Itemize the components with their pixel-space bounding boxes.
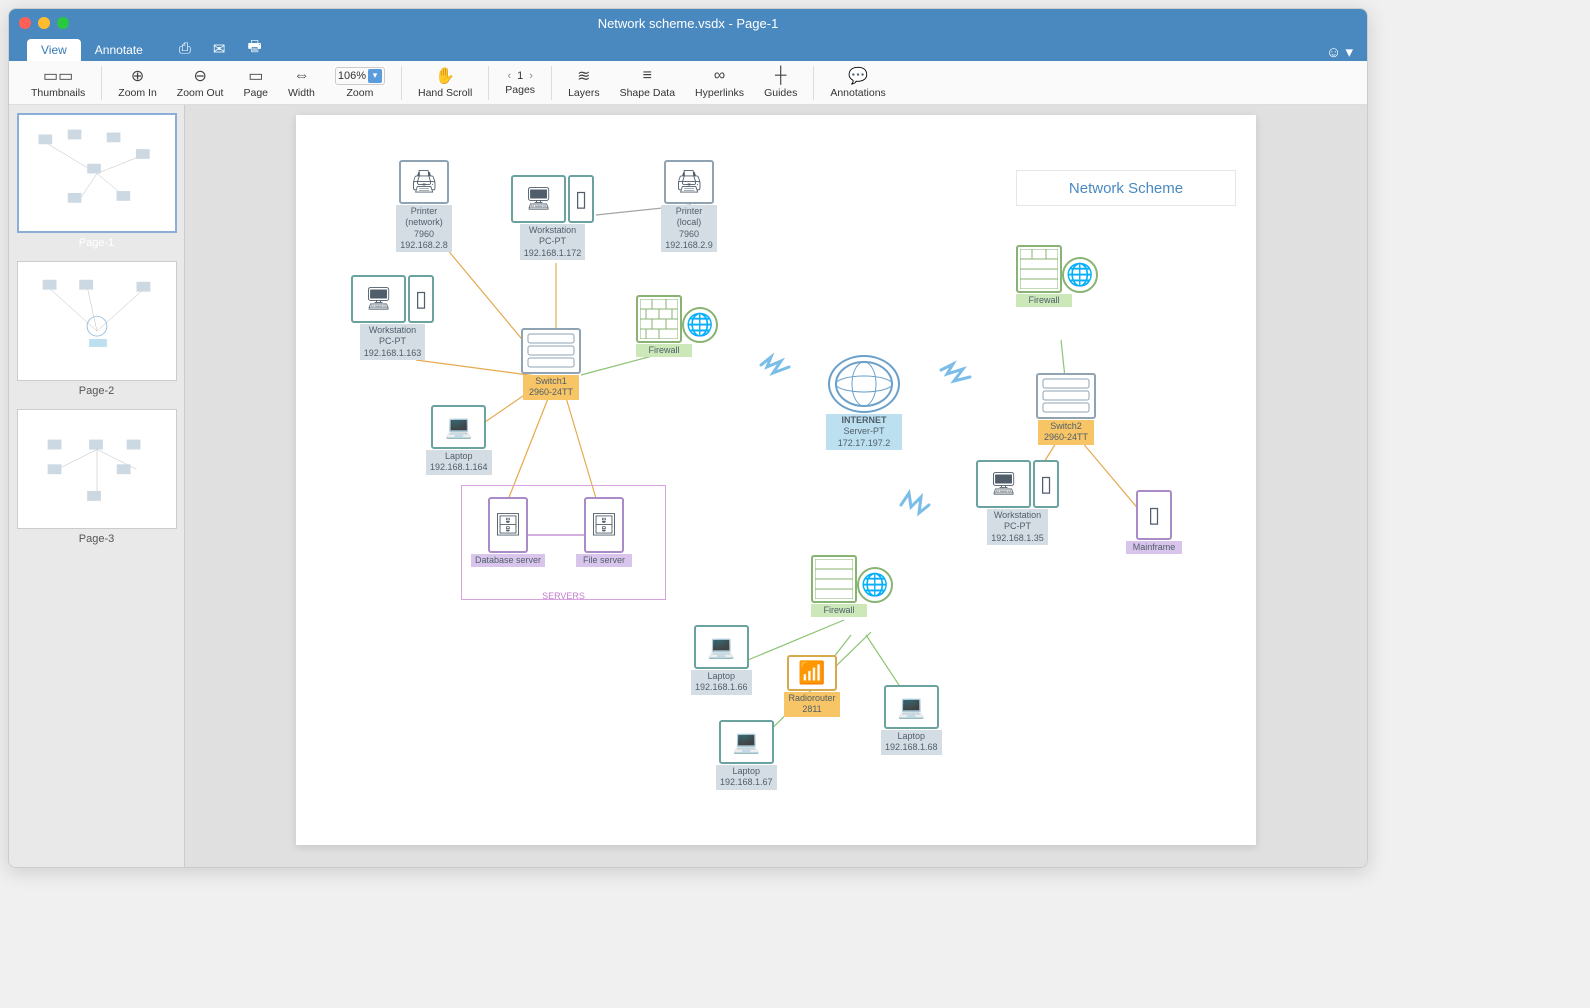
node-laptop-a[interactable]: 💻 Laptop192.168.1.66 xyxy=(691,625,752,695)
printer-icon: 🖨 xyxy=(399,160,449,204)
zoom-select[interactable]: 106%▾ Zoom xyxy=(325,65,395,101)
server-icon: 🗄 xyxy=(584,497,624,553)
thumbnail-page-2[interactable]: Page-2 xyxy=(17,261,176,397)
thumbnail-page-1[interactable]: Page-1 xyxy=(17,113,176,249)
diagram-canvas[interactable]: Network Scheme 🖨 Printer(network)7960192… xyxy=(296,115,1256,845)
toolbar: ▭▭Thumbnails ⊕Zoom In ⊖Zoom Out ▭Page ⇔W… xyxy=(9,61,1367,105)
server-icon: 🗄 xyxy=(488,497,528,553)
titlebar: Network scheme.vsdx - Page-1 xyxy=(9,9,1367,37)
main-tabs: View Annotate ⎙ ✉ 🖶 ☺ ▾ xyxy=(9,37,1367,61)
maximize-button[interactable] xyxy=(57,17,69,29)
node-laptop-1[interactable]: 💻 Laptop192.168.1.164 xyxy=(426,405,492,475)
pdf-icon[interactable]: ⎙ xyxy=(179,40,191,57)
thumbnails-button[interactable]: ▭▭Thumbnails xyxy=(21,65,95,101)
node-database-server[interactable]: 🗄 Database server xyxy=(471,497,545,567)
switch-icon xyxy=(521,328,581,374)
node-printer-network[interactable]: 🖨 Printer(network)7960192.168.2.8 xyxy=(396,160,452,252)
node-workstation-1[interactable]: 🖥▯ WorkstationPC-PT192.168.1.172 xyxy=(511,175,594,260)
layers-button[interactable]: ≋Layers xyxy=(558,65,610,101)
firewall-icon xyxy=(811,555,857,603)
zoom-page-button[interactable]: ▭Page xyxy=(233,65,278,101)
page-prev[interactable]: ‹ xyxy=(507,70,511,82)
node-radiorouter[interactable]: 📶 Radiorouter2811 xyxy=(784,655,840,717)
laptop-icon: 💻 xyxy=(719,720,774,764)
app-window: Network scheme.vsdx - Page-1 View Annota… xyxy=(8,8,1368,868)
node-firewall-bottom[interactable]: 🌐 Firewall xyxy=(811,555,893,617)
tower-icon: ▯ xyxy=(568,175,594,223)
node-internet[interactable]: INTERNETServer-PT172.17.197.2 xyxy=(826,355,902,450)
zoom-in-button[interactable]: ⊕Zoom In xyxy=(108,65,167,101)
tower-icon: ▯ xyxy=(408,275,434,323)
thumbnails-panel: Page-1 Page-2 Page-3 xyxy=(9,105,185,867)
zoom-out-button[interactable]: ⊖Zoom Out xyxy=(167,65,234,101)
node-laptop-c[interactable]: 💻 Laptop192.168.1.68 xyxy=(881,685,942,755)
tower-icon: ▯ xyxy=(1033,460,1059,508)
pages-control: ‹1› Pages xyxy=(495,68,545,98)
printer-icon: 🖨 xyxy=(664,160,714,204)
laptop-icon: 💻 xyxy=(884,685,939,729)
share-icon[interactable]: ✉ xyxy=(213,40,226,58)
node-workstation-2[interactable]: 🖥▯ WorkstationPC-PT192.168.1.163 xyxy=(351,275,434,360)
node-file-server[interactable]: 🗄 File server xyxy=(576,497,632,567)
firewall-icon xyxy=(636,295,682,343)
node-firewall-top[interactable]: 🌐 Firewall xyxy=(1016,245,1098,307)
window-title: Network scheme.vsdx - Page-1 xyxy=(598,16,779,31)
guides-button[interactable]: ┼Guides xyxy=(754,65,807,101)
page-next[interactable]: › xyxy=(529,70,533,82)
diagram-title: Network Scheme xyxy=(1016,170,1236,206)
hand-scroll-button[interactable]: ✋Hand Scroll xyxy=(408,65,482,101)
monitor-icon: 🖥 xyxy=(511,175,566,223)
globe-icon xyxy=(828,355,900,413)
node-printer-local[interactable]: 🖨 Printer(local)7960192.168.2.9 xyxy=(661,160,717,252)
laptop-icon: 💻 xyxy=(431,405,486,449)
hyperlinks-button[interactable]: ∞Hyperlinks xyxy=(685,65,754,101)
laptop-icon: 💻 xyxy=(694,625,749,669)
thumbnail-page-3[interactable]: Page-3 xyxy=(17,409,176,545)
node-laptop-b[interactable]: 💻 Laptop192.168.1.67 xyxy=(716,720,777,790)
switch-icon xyxy=(1036,373,1096,419)
shape-data-button[interactable]: ≡Shape Data xyxy=(610,65,685,101)
print-icon[interactable]: 🖶 xyxy=(247,36,261,61)
chevron-down-icon[interactable]: ▾ xyxy=(368,69,382,83)
annotations-button[interactable]: 💬Annotations xyxy=(820,65,895,101)
mainframe-icon: ▯ xyxy=(1136,490,1172,540)
zoom-width-button[interactable]: ⇔Width xyxy=(278,65,325,101)
node-mainframe[interactable]: ▯ Mainframe xyxy=(1126,490,1182,554)
router-icon: 📶 xyxy=(787,655,837,691)
canvas-viewport[interactable]: Network Scheme 🖨 Printer(network)7960192… xyxy=(185,105,1367,867)
tab-annotate[interactable]: Annotate xyxy=(81,39,157,61)
node-switch-1[interactable]: Switch12960-24TT xyxy=(521,328,581,400)
tab-view[interactable]: View xyxy=(27,39,81,61)
close-button[interactable] xyxy=(19,17,31,29)
globe-icon: 🌐 xyxy=(1062,257,1098,293)
globe-icon: 🌐 xyxy=(857,567,893,603)
node-workstation-3[interactable]: 🖥▯ WorkstationPC-PT192.168.1.35 xyxy=(976,460,1059,545)
monitor-icon: 🖥 xyxy=(351,275,406,323)
firewall-icon xyxy=(1016,245,1062,293)
node-firewall-1[interactable]: 🌐 Firewall xyxy=(636,295,718,357)
node-switch-2[interactable]: Switch22960-24TT xyxy=(1036,373,1096,445)
help-menu[interactable]: ☺ ▾ xyxy=(1326,43,1353,61)
globe-icon: 🌐 xyxy=(682,307,718,343)
minimize-button[interactable] xyxy=(38,17,50,29)
monitor-icon: 🖥 xyxy=(976,460,1031,508)
